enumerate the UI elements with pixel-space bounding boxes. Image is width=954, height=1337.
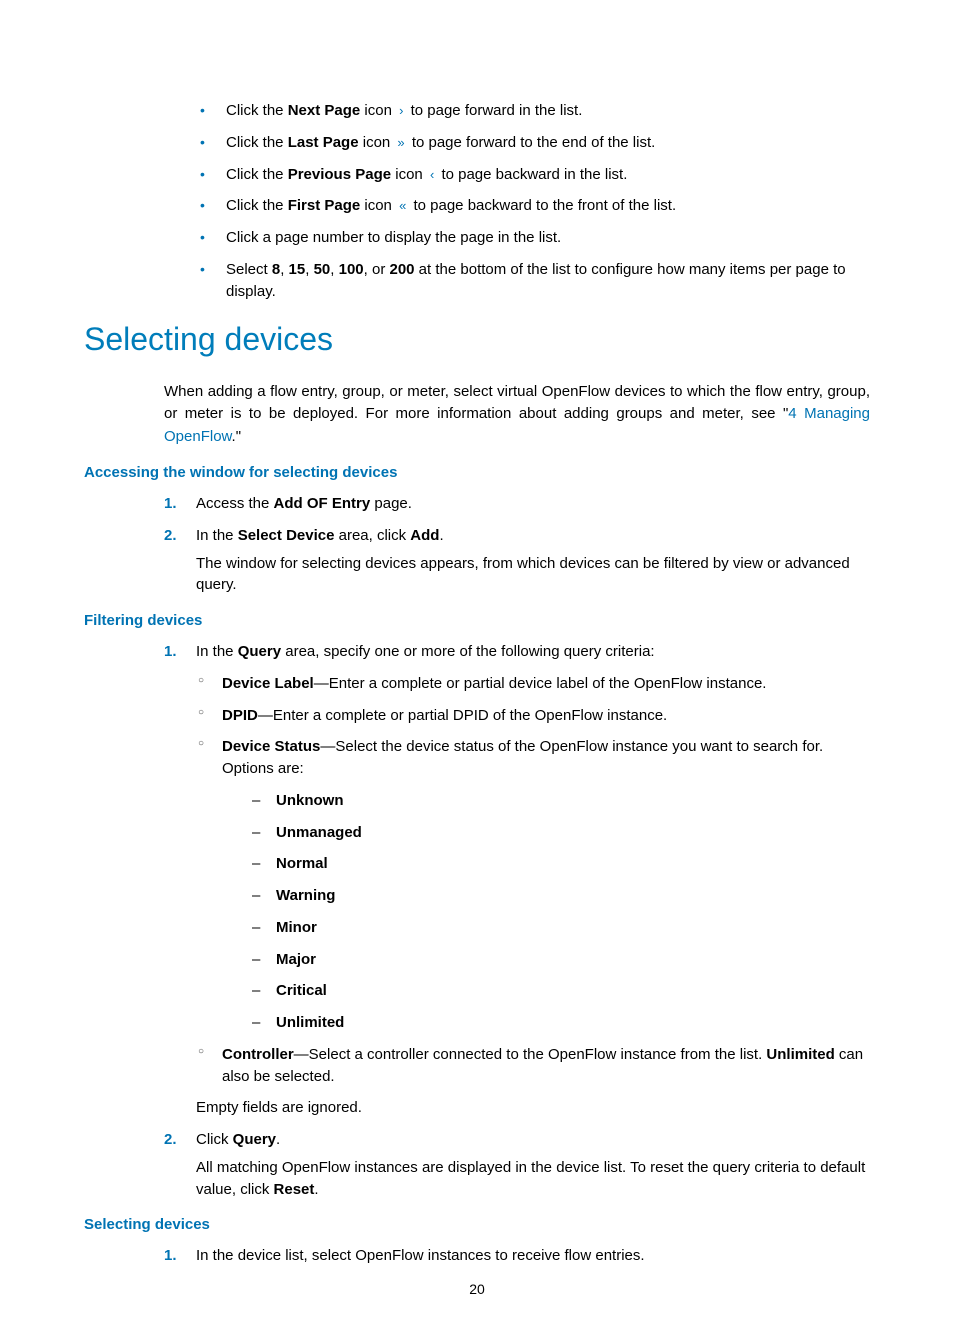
list-item: Click the Next Page icon › to page forwa… — [194, 100, 870, 122]
step-item: In the Query area, specify one or more o… — [164, 641, 870, 1119]
subheading-selecting-devices: Selecting devices — [84, 1216, 870, 1233]
step-item: In the device list, select OpenFlow inst… — [164, 1245, 870, 1267]
step-item: In the Select Device area, click Add. Th… — [164, 525, 870, 596]
chevron-double-left-icon: « — [396, 198, 409, 213]
list-item: DPID—Enter a complete or partial DPID of… — [196, 705, 870, 727]
list-item: Controller—Select a controller connected… — [196, 1044, 870, 1088]
chevron-right-icon: › — [396, 103, 406, 118]
intro-paragraph: When adding a flow entry, group, or mete… — [164, 381, 870, 449]
step-followup: The window for selecting devices appears… — [196, 553, 870, 597]
step-item: Access the Add OF Entry page. — [164, 493, 870, 515]
status-option: Unlimited — [252, 1012, 870, 1034]
status-option: Unknown — [252, 790, 870, 812]
status-option: Critical — [252, 980, 870, 1002]
document-page: Click the Next Page icon › to page forwa… — [0, 0, 954, 1337]
list-item: Click the First Page icon « to page back… — [194, 195, 870, 217]
heading-selecting-devices: Selecting devices — [84, 320, 870, 358]
status-option: Unmanaged — [252, 822, 870, 844]
step-item: Click Query. All matching OpenFlow insta… — [164, 1129, 870, 1200]
empty-fields-note: Empty fields are ignored. — [196, 1097, 870, 1119]
pagination-tips-list: Click the Next Page icon › to page forwa… — [194, 100, 870, 302]
list-item: Device Label—Enter a complete or partial… — [196, 673, 870, 695]
chevron-left-icon: ‹ — [427, 167, 437, 182]
selecting-steps: In the device list, select OpenFlow inst… — [164, 1245, 870, 1267]
link-chapter-4[interactable]: 4 — [788, 405, 796, 422]
list-item: Select 8, 15, 50, 100, or 200 at the bot… — [194, 259, 870, 303]
device-status-options: Unknown Unmanaged Normal Warning Minor M… — [252, 790, 870, 1034]
page-number: 20 — [0, 1281, 954, 1297]
status-option: Major — [252, 949, 870, 971]
list-item: Click a page number to display the page … — [194, 227, 870, 249]
subheading-filtering-devices: Filtering devices — [84, 612, 870, 629]
query-criteria-list: Device Label—Enter a complete or partial… — [196, 673, 870, 1088]
accessing-steps: Access the Add OF Entry page. In the Sel… — [164, 493, 870, 596]
subheading-accessing-window: Accessing the window for selecting devic… — [84, 464, 870, 481]
chevron-double-right-icon: » — [394, 135, 407, 150]
status-option: Warning — [252, 885, 870, 907]
filtering-steps: In the Query area, specify one or more o… — [164, 641, 870, 1200]
step-followup: All matching OpenFlow instances are disp… — [196, 1157, 870, 1201]
list-item: Device Status—Select the device status o… — [196, 736, 870, 1034]
list-item: Click the Previous Page icon ‹ to page b… — [194, 164, 870, 186]
status-option: Normal — [252, 853, 870, 875]
list-item: Click the Last Page icon » to page forwa… — [194, 132, 870, 154]
status-option: Minor — [252, 917, 870, 939]
